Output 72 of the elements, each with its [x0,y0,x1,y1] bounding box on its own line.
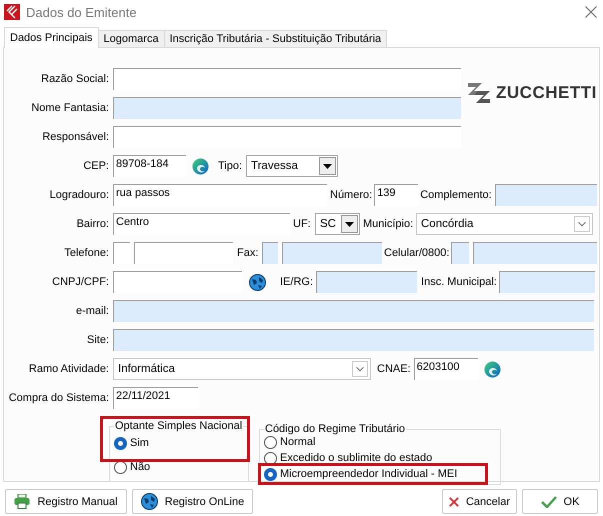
action-button[interactable]: Registro OnLine [132,489,253,514]
chevron-down-icon [352,361,368,377]
field-label: Nome Fantasia: [30,102,109,114]
dropdown-arrow-icon [345,222,354,226]
logo-text: ZUCCHETTI [496,83,597,103]
field-label: Responsável: [41,131,109,143]
tab[interactable]: Dados Principais [4,27,99,48]
text-field[interactable] [113,300,594,322]
field-label: Tipo: [218,160,244,172]
field-label: Razão Social: [40,73,109,85]
action-button[interactable]: OK [522,489,598,514]
dropdown-arrow-icon [323,164,332,168]
field-label: Município: [363,218,414,230]
globe-icon[interactable] [249,274,266,290]
radio-option[interactable]: Não [114,460,150,474]
field-label: Complemento: [420,189,492,201]
text-field[interactable] [113,97,461,119]
text-field[interactable] [113,329,594,351]
text-field[interactable]: 22/11/2021 [113,387,198,409]
close-icon[interactable] [585,6,597,18]
text-field[interactable]: Centro [113,213,290,235]
swirl-icon[interactable] [484,360,501,378]
field-label: UF: [293,218,312,230]
swirl-icon[interactable] [192,158,209,174]
tab[interactable]: Inscrição Tributária - Substituição Tributária [164,30,388,48]
dropdown[interactable]: Informática [113,358,371,380]
field-label: CEP: [82,160,109,172]
field-label: Telefone: [63,247,109,259]
text-field[interactable]: rua passos [113,184,327,206]
logo-icon [466,80,492,106]
text-field[interactable] [316,271,418,293]
field-label: e-mail: [74,305,109,317]
field-label: Número: [330,189,372,201]
text-field[interactable] [473,242,598,264]
field-label: CNAE: [377,363,411,375]
radio-option[interactable]: Normal [264,435,316,449]
text-field[interactable] [451,242,470,264]
window-title: Dados do Emitente [26,4,138,20]
field-label: Logradouro: [48,189,109,201]
field-label: IE/RG: [280,276,314,288]
field-label: Ramo Atividade: [28,363,109,375]
field-label: CNPJ/CPF: [51,276,109,288]
action-button[interactable]: Registro Manual [5,489,127,514]
group-title: Optante Simples Nacional [114,420,244,432]
field-label: Fax: [237,247,260,259]
dropdown[interactable]: Concórdia [416,213,593,235]
radio-option[interactable]: Sim [114,436,149,450]
field-label: Compra do Sistema: [8,392,109,404]
dropdown[interactable]: Travessa [246,155,338,177]
dropdown[interactable]: SC [315,213,360,235]
text-field[interactable] [499,271,596,293]
chevron-down-icon [574,216,590,232]
text-field[interactable] [262,242,278,264]
app-icon [4,4,20,20]
tab[interactable]: Logomarca [98,30,165,48]
field-label: Bairro: [76,218,109,230]
field-label: Insc. Municipal: [421,276,498,288]
text-field[interactable]: 139 [374,184,418,206]
check-icon [540,496,557,508]
radio-option[interactable]: Microempreendedor Individual - MEI [258,463,488,485]
text-field[interactable] [494,184,597,206]
printer-icon [14,494,30,509]
field-label: Site: [86,334,109,346]
globe-icon [140,493,158,510]
text-field[interactable] [282,242,382,264]
cross-icon [449,496,459,508]
group-title: Código do Regime Tributário [264,423,406,435]
text-field[interactable]: 89708-184 [113,155,186,177]
text-field[interactable]: 6203100 [414,358,478,380]
action-button[interactable]: Cancelar [442,489,517,514]
radio-option[interactable]: Excedido o sublimite do estado [264,451,432,465]
field-label: Celular/0800: [384,247,450,259]
